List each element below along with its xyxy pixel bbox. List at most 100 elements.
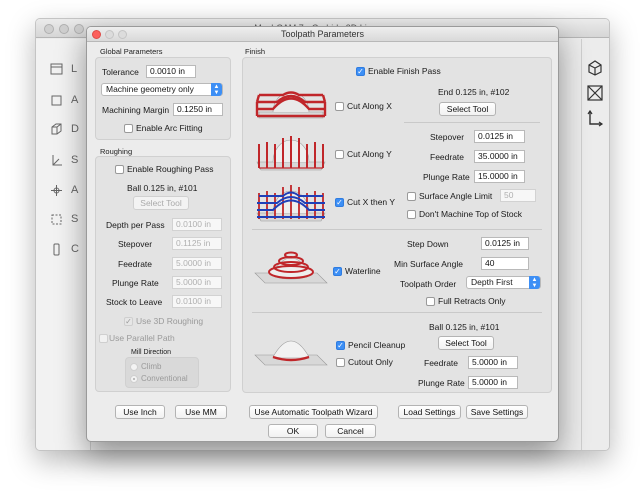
stock-to-leave-label: Stock to Leave	[106, 297, 163, 307]
min-surface-angle-field[interactable]: 40	[481, 257, 529, 270]
cutout-only-label: Cutout Only	[348, 357, 393, 367]
roughing-stepover-field[interactable]: 0.1125 in	[172, 237, 222, 250]
waterline-preview-icon	[254, 251, 328, 284]
tool-icon	[53, 243, 60, 255]
fit-view-icon[interactable]	[586, 84, 604, 102]
cut-x-then-y-label: Cut X then Y	[347, 197, 396, 207]
roughing-heading: Roughing	[100, 147, 133, 156]
bg-sidebar-label: A	[71, 184, 79, 196]
load-settings-button[interactable]: Load Settings	[398, 405, 461, 419]
pencil-select-tool-button[interactable]: Select Tool	[438, 336, 494, 350]
step-down-label: Step Down	[407, 239, 449, 249]
finish-stepover-field[interactable]: 0.0125 in	[474, 130, 525, 143]
surface-angle-limit-checkbox[interactable]	[407, 192, 416, 201]
roughing-select-tool-button[interactable]: Select Tool	[133, 196, 189, 210]
waterline-separator	[252, 229, 542, 230]
machining-margin-label: Machining Margin	[102, 105, 170, 115]
dont-machine-top-checkbox[interactable]	[407, 210, 416, 219]
step-down-field[interactable]: 0.0125 in	[481, 237, 529, 250]
save-settings-button[interactable]: Save Settings	[466, 405, 528, 419]
enable-roughing-label: Enable Roughing Pass	[127, 164, 214, 174]
roughing-feedrate-field[interactable]: 5.0000 in	[172, 257, 222, 270]
finish-plunge-field[interactable]: 15.0000 in	[474, 170, 525, 183]
bg-sidebar-item-a2[interactable]: A	[50, 180, 90, 200]
cut-along-x-checkbox[interactable]	[335, 102, 344, 111]
cut-along-x-preview-icon	[255, 91, 327, 119]
min-surface-angle-label: Min Surface Angle	[394, 259, 463, 269]
climb-radio[interactable]	[130, 363, 138, 371]
arc-fitting-checkbox[interactable]	[124, 124, 133, 133]
waterline-label: Waterline	[345, 266, 381, 276]
surface-angle-limit-field[interactable]: 50	[500, 189, 536, 202]
use-inch-button[interactable]: Use Inch	[115, 405, 165, 419]
full-retracts-label: Full Retracts Only	[438, 296, 506, 306]
stock-to-leave-field[interactable]: 0.0100 in	[172, 295, 222, 308]
dont-machine-top-label: Don't Machine Top of Stock	[419, 209, 523, 219]
bg-close-button[interactable]	[44, 24, 54, 34]
cube-icon	[51, 123, 62, 134]
waterline-checkbox[interactable]: ✓	[333, 267, 342, 276]
bg-zoom-button[interactable]	[74, 24, 84, 34]
full-retracts-checkbox[interactable]	[426, 297, 435, 306]
conventional-label: Conventional	[141, 374, 188, 383]
dialog-close-button[interactable]	[92, 30, 101, 39]
cut-along-y-checkbox[interactable]	[335, 150, 344, 159]
tolerance-field[interactable]: 0.0010 in	[146, 65, 196, 78]
conventional-radio[interactable]	[130, 375, 138, 383]
cutout-only-checkbox[interactable]	[336, 358, 345, 367]
use-parallel-path-checkbox[interactable]	[99, 334, 108, 343]
bg-sidebar-label: C	[71, 243, 79, 255]
toolpath-parameters-dialog: Toolpath Parameters Global Parameters To…	[86, 26, 559, 442]
bg-sidebar-item-d[interactable]: D	[50, 119, 90, 139]
finish-feedrate-field[interactable]: 35.0000 in	[474, 150, 525, 163]
enable-finish-checkbox[interactable]: ✓	[356, 67, 365, 76]
bg-sidebar-label: L	[71, 63, 78, 75]
finish-tool-name: End 0.125 in, #102	[438, 87, 510, 97]
dialog-zoom-button	[118, 30, 127, 39]
select-arrows-icon: ▲ ▼	[529, 276, 540, 289]
box-icon	[51, 95, 62, 105]
roughing-plunge-field[interactable]: 5.0000 in	[172, 276, 222, 289]
toolpath-wizard-button[interactable]: Use Automatic Toolpath Wizard	[249, 405, 378, 419]
pencil-feedrate-field[interactable]: 5.0000 in	[468, 356, 518, 369]
ok-button[interactable]: OK	[268, 424, 318, 438]
bg-sidebar-item-c[interactable]: C	[50, 239, 90, 259]
depth-per-pass-label: Depth per Pass	[106, 220, 165, 230]
use-mm-button[interactable]: Use MM	[175, 405, 227, 419]
tolerance-label: Tolerance	[102, 67, 139, 77]
bg-sidebar-label: D	[71, 123, 79, 135]
toolpath-order-label: Toolpath Order	[400, 279, 457, 289]
bg-minimize-button[interactable]	[59, 24, 69, 34]
file-icon	[50, 63, 63, 75]
dialog-minimize-button	[105, 30, 114, 39]
depth-per-pass-field[interactable]: 0.0100 in	[172, 218, 222, 231]
pencil-plunge-field[interactable]: 5.0000 in	[468, 376, 518, 389]
toolpath-order-value: Depth First	[471, 277, 513, 287]
pencil-cleanup-checkbox[interactable]: ✓	[336, 341, 345, 350]
selection-icon	[51, 214, 62, 224]
cancel-button[interactable]: Cancel	[325, 424, 376, 438]
bg-sidebar-item-load[interactable]: L	[50, 59, 90, 79]
pencil-cleanup-label: Pencil Cleanup	[348, 340, 406, 350]
background-sidebar: L A D S A S C	[36, 39, 91, 450]
cut-x-then-y-checkbox[interactable]: ✓	[335, 198, 344, 207]
bg-sidebar-item-s2[interactable]: S	[50, 209, 90, 229]
toolpath-order-select[interactable]: Depth First ▲ ▼	[466, 276, 541, 289]
dialog-titlebar: Toolpath Parameters	[87, 27, 558, 42]
move-icon	[51, 184, 62, 196]
machining-margin-field[interactable]: 0.1250 in	[173, 103, 223, 116]
cut-along-y-preview-icon	[256, 136, 326, 171]
bg-sidebar-item-s[interactable]: S	[50, 150, 90, 170]
finish-select-tool-button[interactable]: Select Tool	[439, 102, 496, 116]
axes-view-icon[interactable]	[586, 109, 604, 127]
use-3d-roughing-checkbox[interactable]: ✓	[124, 317, 133, 326]
axis-icon	[52, 154, 62, 165]
enable-finish-label: Enable Finish Pass	[368, 66, 441, 76]
bg-sidebar-item-a[interactable]: A	[50, 90, 90, 110]
pencil-cleanup-preview-icon	[254, 340, 328, 366]
bg-sidebar-label: S	[71, 154, 79, 166]
enable-roughing-checkbox[interactable]	[115, 165, 124, 174]
geometry-select[interactable]: Machine geometry only ▲ ▼	[101, 83, 223, 96]
use-parallel-path-label: Use Parallel Path	[109, 333, 175, 343]
iso-view-icon[interactable]	[586, 59, 604, 77]
